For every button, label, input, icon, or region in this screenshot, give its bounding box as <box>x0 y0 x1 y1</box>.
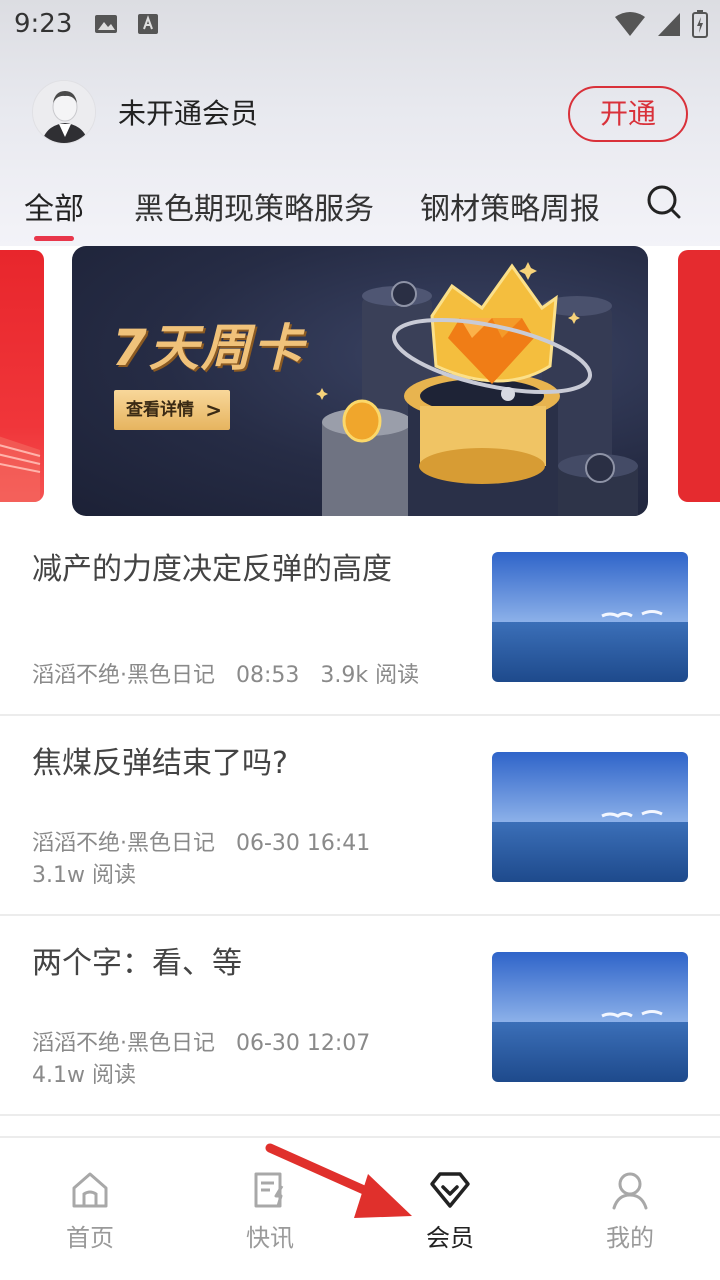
search-icon[interactable] <box>646 184 682 220</box>
tab-all[interactable]: 全部 <box>24 184 84 228</box>
news-icon <box>254 1172 284 1208</box>
banner-weekly-card[interactable]: 7天周卡 查看详情 > <box>72 246 648 516</box>
article-title: 两个字：看、等 <box>32 946 242 981</box>
nav-vip-label: 会员 <box>426 1224 474 1252</box>
banner-details-button[interactable]: 查看详情 > <box>114 390 230 430</box>
status-time: 9:23 <box>14 9 73 39</box>
nav-home-label: 首页 <box>66 1224 114 1252</box>
banner-details-label: 查看详情 <box>126 400 194 420</box>
profile-icon <box>612 1172 648 1210</box>
banner-illustration <box>316 262 638 516</box>
tab-black-futures-strategy[interactable]: 黑色期现策略服务 <box>134 184 374 228</box>
nav-news[interactable]: 快讯 <box>210 1168 330 1253</box>
banner-next-card[interactable] <box>678 250 720 502</box>
article-item[interactable]: 两个字：看、等 滔滔不绝·黑色日记 06-30 12:07 4.1w 阅读 <box>0 916 720 1116</box>
nav-news-label: 快讯 <box>246 1224 294 1252</box>
article-meta: 滔滔不绝·黑色日记 06-30 16:41 3.1w 阅读 <box>32 828 370 892</box>
nav-profile[interactable]: 我的 <box>570 1168 690 1253</box>
status-right-icons <box>614 10 708 38</box>
article-item[interactable]: 焦煤反弹结束了吗? 滔滔不绝·黑色日记 06-30 16:41 3.1w 阅读 <box>0 716 720 916</box>
article-title: 焦煤反弹结束了吗? <box>32 746 288 781</box>
article-thumbnail <box>492 552 688 682</box>
article-author: 滔滔不绝·黑色日记 <box>32 831 215 856</box>
banner-carousel[interactable]: 7天周卡 查看详情 > <box>0 246 720 522</box>
chevron-right-icon: > <box>205 398 222 422</box>
banner-prev-card[interactable] <box>0 250 44 502</box>
member-row: 未开通会员 开通 <box>32 80 688 146</box>
article-meta: 滔滔不绝·黑色日记 06-30 12:07 4.1w 阅读 <box>32 1028 370 1092</box>
article-time: 08:53 <box>235 663 300 688</box>
article-thumbnail <box>492 752 688 882</box>
home-icon <box>72 1172 108 1208</box>
category-tabs: 全部 黑色期现策略服务 钢材策略周报 <box>0 176 720 246</box>
banner-title: 7天周卡 <box>112 319 305 377</box>
vip-diamond-icon <box>430 1172 470 1208</box>
article-item[interactable]: 减产的力度决定反弹的高度 滔滔不绝·黑色日记 08:53 3.9k 阅读 <box>0 522 720 716</box>
article-reads: 3.1w 阅读 <box>32 863 136 888</box>
nav-home[interactable]: 首页 <box>30 1168 150 1253</box>
bottom-navigation: 首页 快讯 会员 我的 <box>0 1136 720 1280</box>
active-tab-indicator <box>34 236 74 241</box>
open-membership-button[interactable]: 开通 <box>568 86 688 142</box>
user-avatar-icon <box>33 81 95 143</box>
article-reads: 4.1w 阅读 <box>32 1063 136 1088</box>
gallery-icon <box>95 15 118 33</box>
article-author: 滔滔不绝·黑色日记 <box>32 663 215 688</box>
wifi-icon <box>615 12 645 36</box>
signal-icon <box>658 13 680 36</box>
article-time: 06-30 16:41 <box>235 831 371 856</box>
article-author: 滔滔不绝·黑色日记 <box>32 1031 215 1056</box>
article-meta: 滔滔不绝·黑色日记 08:53 3.9k 阅读 <box>32 660 419 692</box>
keyboard-a-icon <box>138 14 159 34</box>
status-bar: 9:23 <box>0 0 720 48</box>
avatar[interactable] <box>32 80 96 144</box>
tab-steel-weekly[interactable]: 钢材策略周报 <box>420 184 600 228</box>
article-title: 减产的力度决定反弹的高度 <box>32 552 392 587</box>
battery-icon <box>692 10 708 38</box>
article-thumbnail <box>492 952 688 1082</box>
article-time: 06-30 12:07 <box>235 1031 371 1056</box>
member-status-label: 未开通会员 <box>118 97 259 130</box>
article-reads: 3.9k 阅读 <box>320 663 420 688</box>
nav-profile-label: 我的 <box>606 1224 654 1252</box>
nav-vip[interactable]: 会员 <box>390 1168 510 1253</box>
